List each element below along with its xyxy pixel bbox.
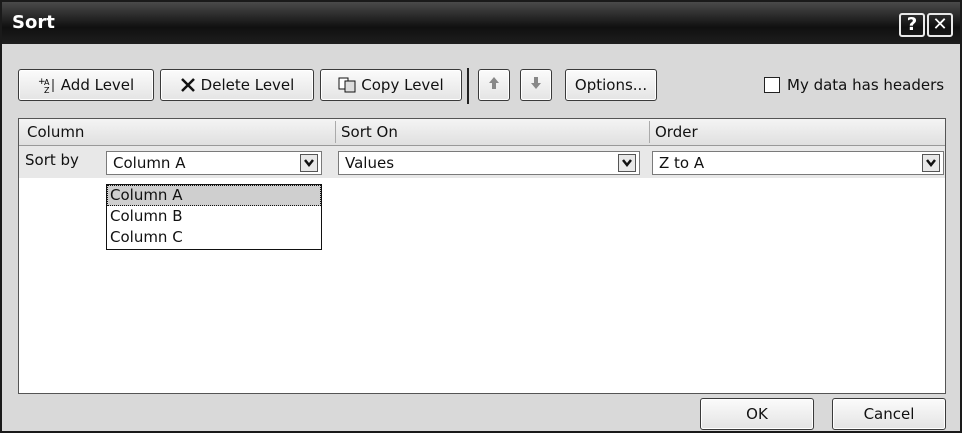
copy-icon (338, 77, 356, 93)
add-level-label: Add Level (60, 76, 135, 94)
cancel-label: Cancel (863, 405, 915, 423)
title-bar: Sort ? ✕ (2, 2, 960, 44)
add-level-button[interactable]: + A Z Add Level (18, 69, 154, 101)
headers-checkbox-label: My data has headers (787, 76, 945, 94)
sort-on-select-value: Values (345, 154, 395, 172)
dropdown-option[interactable]: Column A (107, 185, 321, 206)
sort-on-select[interactable]: Values (338, 151, 640, 175)
delete-x-icon (180, 77, 196, 93)
arrow-up-icon (488, 76, 500, 94)
header-divider (335, 121, 336, 143)
column-dropdown-list: Column A Column B Column C (106, 184, 322, 250)
move-down-button[interactable] (520, 69, 552, 101)
copy-level-button[interactable]: Copy Level (320, 69, 462, 101)
copy-level-label: Copy Level (361, 76, 444, 94)
close-button[interactable]: ✕ (927, 13, 953, 37)
sort-by-label: Sort by (25, 151, 79, 169)
delete-level-button[interactable]: Delete Level (160, 69, 314, 101)
chevron-down-icon[interactable] (300, 154, 318, 172)
options-button[interactable]: Options... (565, 69, 657, 101)
add-level-icon: + A Z (38, 76, 56, 94)
toolbar-separator (467, 68, 469, 104)
delete-level-label: Delete Level (200, 76, 295, 94)
dropdown-option[interactable]: Column C (107, 227, 321, 248)
arrow-down-icon (530, 76, 542, 94)
header-divider (649, 121, 650, 143)
svg-text:Z: Z (44, 86, 50, 94)
order-select[interactable]: Z to A (652, 151, 944, 175)
header-order: Order (655, 123, 698, 141)
order-select-value: Z to A (659, 154, 705, 172)
ok-label: OK (746, 405, 768, 423)
sort-level-row[interactable]: Sort by Column A Values Z to A (19, 146, 945, 178)
grid-header: Column Sort On Order (19, 119, 945, 146)
options-label: Options... (574, 76, 648, 94)
headers-checkbox[interactable] (764, 77, 780, 93)
help-button[interactable]: ? (899, 13, 925, 37)
column-select[interactable]: Column A (106, 151, 322, 175)
sort-levels-grid: Column Sort On Order Sort by Column A Va… (18, 118, 946, 394)
move-up-button[interactable] (478, 69, 510, 101)
ok-button[interactable]: OK (700, 398, 814, 430)
dialog-title: Sort (12, 12, 55, 33)
chevron-down-icon[interactable] (618, 154, 636, 172)
header-sort-on: Sort On (341, 123, 398, 141)
chevron-down-icon[interactable] (922, 154, 940, 172)
sort-dialog: Sort ? ✕ + A Z Add Level Delete Level Copy… (0, 0, 962, 433)
dropdown-option[interactable]: Column B (107, 206, 321, 227)
header-column: Column (27, 123, 85, 141)
column-select-value: Column A (113, 154, 186, 172)
cancel-button[interactable]: Cancel (832, 398, 946, 430)
